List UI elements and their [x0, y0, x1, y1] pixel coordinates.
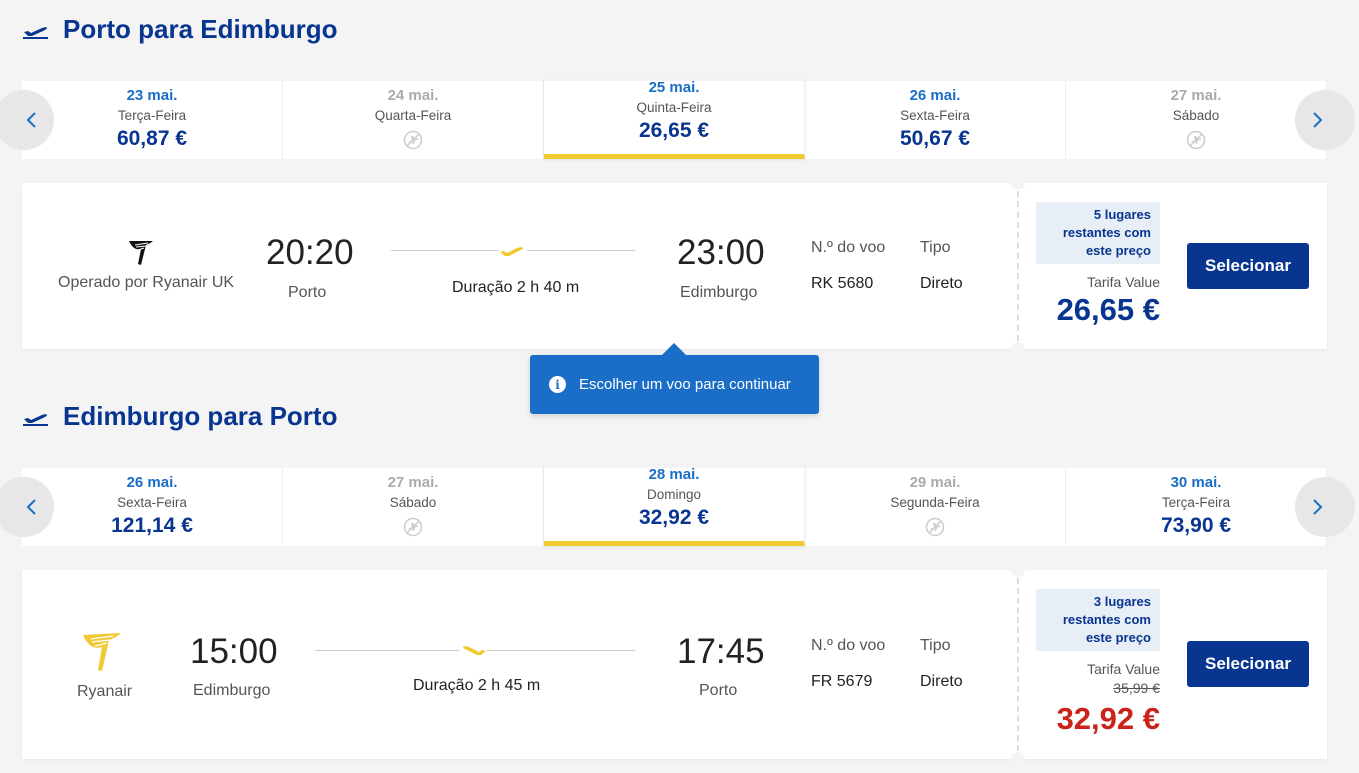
outbound-date-strip: 23 mai. Terça-Feira 60,87 € 24 mai. Quar… [0, 78, 1355, 159]
weekday-label: Terça-Feira [117, 108, 187, 123]
no-flight-icon [1186, 130, 1206, 150]
inbound-date-3: 29 mai. Segunda-Feira [805, 468, 1066, 546]
date-price: 26,65 € [638, 119, 710, 142]
flight-number-label: N.º do voo [811, 239, 886, 256]
date-label: 27 mai. [387, 474, 439, 491]
original-price: 35,99 € [1113, 680, 1160, 696]
date-price: 60,87 € [116, 127, 188, 150]
weekday-label: Sábado [389, 495, 437, 510]
chevron-left-icon [26, 112, 36, 128]
fare-name: Tarifa Value [1087, 274, 1160, 290]
chevron-left-icon [26, 499, 36, 515]
fare-name: Tarifa Value [1087, 661, 1160, 677]
next-dates-button[interactable] [1295, 90, 1355, 150]
operator-name: Ryanair [77, 683, 133, 700]
card-divider [1017, 191, 1019, 341]
flight-number-label: N.º do voo [811, 637, 886, 654]
fare-price: 32,92 € [1056, 701, 1160, 736]
fare-price: 26,65 € [1056, 292, 1160, 327]
date-label: 25 mai. [648, 79, 700, 96]
chevron-right-icon [1313, 112, 1323, 128]
select-outbound-button[interactable]: Selecionar [1187, 243, 1309, 289]
departure-city: Edimburgo [193, 682, 271, 699]
date-label: 29 mai. [909, 474, 961, 491]
flight-path-plane-icon [499, 243, 527, 259]
arrival-city: Edimburgo [680, 284, 758, 301]
departure-time: 20:20 [266, 233, 354, 272]
weekday-label: Terça-Feira [1161, 495, 1231, 510]
inbound-header: Edimburgo para Porto [22, 401, 337, 432]
outbound-header: Porto para Edimburgo [22, 14, 337, 45]
info-icon: i [549, 376, 566, 393]
weekday-label: Sexta-Feira [900, 108, 970, 123]
flight-type: Direto [920, 673, 963, 690]
flight-duration: Duração 2 h 40 m [452, 279, 580, 296]
inbound-flight-card[interactable]: Ryanair 15:00 Edimburgo Duração 2 h 45 m… [22, 563, 1327, 766]
arrival-time: 23:00 [677, 233, 765, 272]
weekday-label: Sábado [1172, 108, 1220, 123]
date-price: 50,67 € [899, 127, 971, 150]
flight-path-plane-icon [459, 642, 487, 658]
outbound-date-4: 27 mai. Sábado [1066, 81, 1327, 159]
flight-number: RK 5680 [811, 275, 874, 292]
inbound-date-0[interactable]: 26 mai. Sexta-Feira 121,14 € [22, 468, 283, 546]
date-label: 30 mai. [1170, 474, 1222, 491]
card-notch [1011, 342, 1025, 356]
date-label: 26 mai. [126, 474, 178, 491]
flight-type-label: Tipo [920, 239, 951, 256]
flight-type: Direto [920, 275, 963, 292]
inbound-date-strip: 26 mai. Sexta-Feira 121,14 € 27 mai. Sáb… [0, 465, 1355, 546]
seats-left-badge: 3 lugares restantes com este preço [1036, 589, 1160, 651]
card-notch [1011, 176, 1025, 190]
weekday-label: Quarta-Feira [374, 108, 452, 123]
no-flight-icon [403, 517, 423, 537]
select-inbound-button[interactable]: Selecionar [1187, 641, 1309, 687]
date-label: 26 mai. [909, 87, 961, 104]
card-notch [1011, 752, 1025, 766]
flight-type-label: Tipo [920, 637, 951, 654]
no-flight-icon [925, 517, 945, 537]
card-notch [1011, 563, 1025, 577]
section-title: Edimburgo para Porto [63, 401, 338, 431]
card-divider [1017, 578, 1019, 751]
flight-number: FR 5679 [811, 673, 873, 690]
tooltip-message: Escolher um voo para continuar [579, 376, 791, 393]
arrival-city: Porto [699, 682, 738, 699]
chevron-right-icon [1313, 499, 1323, 515]
weekday-label: Domingo [646, 487, 702, 502]
inbound-date-1: 27 mai. Sábado [283, 468, 544, 546]
continue-tooltip: i Escolher um voo para continuar [530, 343, 819, 414]
departure-city: Porto [288, 284, 327, 301]
departure-plane-icon [23, 26, 48, 39]
ryanair-logo-icon [83, 633, 121, 671]
weekday-label: Segunda-Feira [890, 495, 980, 510]
weekday-label: Sexta-Feira [117, 495, 187, 510]
date-price: 32,92 € [638, 506, 710, 529]
date-price: 121,14 € [111, 514, 193, 537]
departure-plane-icon [23, 413, 48, 426]
date-label: 27 mai. [1170, 87, 1222, 104]
date-label: 24 mai. [387, 87, 439, 104]
seats-left-badge: 5 lugares restantes com este preço [1036, 202, 1160, 264]
outbound-date-0[interactable]: 23 mai. Terça-Feira 60,87 € [22, 81, 283, 159]
inbound-date-4[interactable]: 30 mai. Terça-Feira 73,90 € [1066, 468, 1327, 546]
inbound-date-2-selected[interactable]: 28 mai. Domingo 32,92 € [544, 465, 805, 546]
operator-name: Operado por Ryanair UK [58, 274, 235, 291]
date-label: 23 mai. [126, 87, 178, 104]
date-label: 28 mai. [648, 466, 700, 483]
outbound-date-3[interactable]: 26 mai. Sexta-Feira 50,67 € [805, 81, 1066, 159]
departure-time: 15:00 [190, 632, 278, 671]
next-dates-button[interactable] [1295, 477, 1355, 537]
flight-duration: Duração 2 h 45 m [413, 677, 541, 694]
no-flight-icon [403, 130, 423, 150]
weekday-label: Quinta-Feira [636, 100, 712, 115]
outbound-date-1: 24 mai. Quarta-Feira [283, 81, 544, 159]
date-price: 73,90 € [1160, 514, 1232, 537]
page-title: Porto para Edimburgo [63, 14, 338, 44]
outbound-flight-card[interactable]: Operado por Ryanair UK 20:20 Porto Duraç… [22, 176, 1327, 356]
outbound-date-2-selected[interactable]: 25 mai. Quinta-Feira 26,65 € [544, 78, 805, 159]
arrival-time: 17:45 [677, 632, 765, 671]
ryanair-uk-logo-icon [129, 241, 153, 265]
